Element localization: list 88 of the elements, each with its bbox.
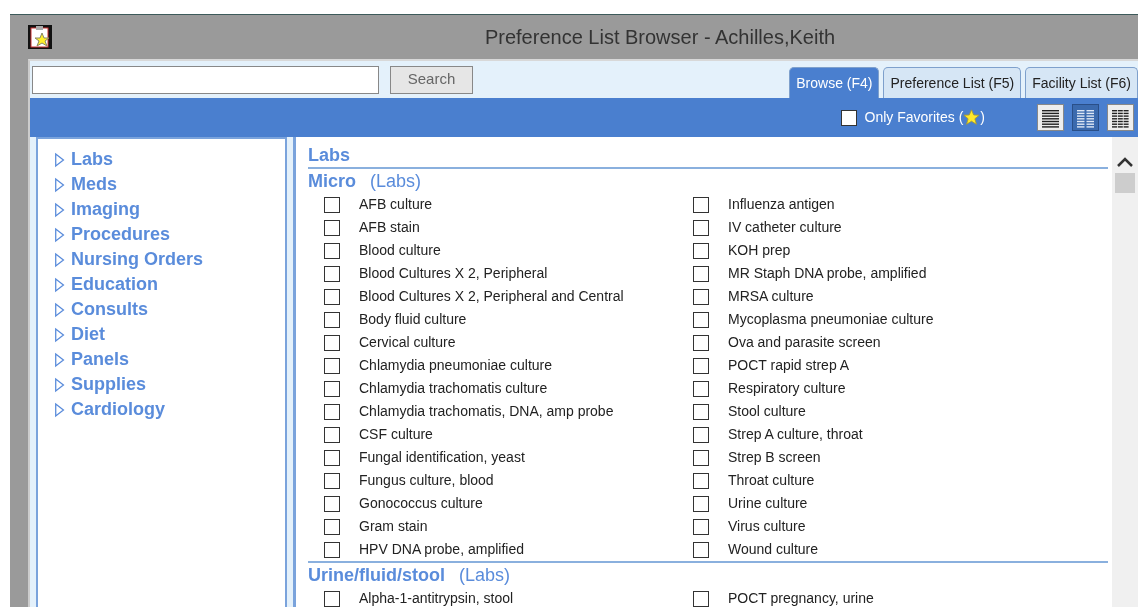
- checkbox[interactable]: [693, 380, 709, 397]
- checkbox[interactable]: [693, 590, 709, 607]
- item-label[interactable]: Throat culture: [728, 470, 815, 491]
- checkbox[interactable]: [693, 495, 709, 512]
- item-label[interactable]: Virus culture: [728, 516, 806, 537]
- only-favorites-label: ): [980, 108, 985, 127]
- scroll-up-icon[interactable]: [1117, 157, 1133, 167]
- item-label[interactable]: Respiratory culture: [728, 378, 846, 399]
- only-favorites-label[interactable]: Only Favorites (: [864, 107, 964, 128]
- item-label[interactable]: Gram stain: [359, 516, 428, 537]
- item-label[interactable]: Chlamydia pneumoniae culture: [359, 355, 552, 376]
- item-label[interactable]: AFB stain: [359, 217, 420, 238]
- section-title: Micro (Labs): [308, 170, 423, 193]
- star-icon: [963, 109, 981, 126]
- search-button[interactable]: Search: [390, 65, 473, 94]
- list-view-icon[interactable]: [1037, 104, 1064, 131]
- item-label[interactable]: Blood Cultures X 2, Peripheral: [359, 263, 548, 284]
- checkbox[interactable]: [693, 196, 709, 213]
- checkbox[interactable]: [324, 472, 340, 489]
- checkbox[interactable]: [693, 265, 709, 282]
- window-title: Preference List Browser - Achilles,Keith: [483, 25, 837, 50]
- checkbox[interactable]: [324, 334, 340, 351]
- checkbox[interactable]: [324, 495, 340, 512]
- item-label[interactable]: Gonococcus culture: [359, 493, 483, 514]
- checkbox[interactable]: [693, 242, 709, 259]
- checkbox[interactable]: [693, 311, 709, 328]
- search-field[interactable]: [32, 65, 379, 94]
- checkbox[interactable]: [324, 219, 340, 236]
- checkbox[interactable]: [693, 219, 709, 236]
- checkbox[interactable]: [693, 472, 709, 489]
- checkbox[interactable]: [840, 109, 857, 126]
- item-label[interactable]: Strep A culture, throat: [728, 424, 863, 445]
- item-label[interactable]: Strep B screen: [728, 447, 821, 468]
- item-label[interactable]: Blood Cultures X 2, Peripheral and Central: [359, 286, 624, 307]
- scrollbar[interactable]: [1112, 137, 1138, 607]
- item-label[interactable]: Influenza antigen: [728, 194, 835, 215]
- checkbox[interactable]: [324, 357, 340, 374]
- item-label[interactable]: Mycoplasma pneumoniae culture: [728, 309, 934, 330]
- checkbox[interactable]: [324, 311, 340, 328]
- item-label[interactable]: Fungal identification, yeast: [359, 447, 525, 468]
- section-title: Urine/fluid/stool (Labs): [308, 564, 512, 587]
- checkbox[interactable]: [324, 196, 340, 213]
- item-label[interactable]: Urine culture: [728, 493, 808, 514]
- scroll-thumb[interactable]: [1115, 173, 1135, 193]
- item-label[interactable]: MR Staph DNA probe, amplified: [728, 263, 927, 284]
- item-label[interactable]: HPV DNA probe, amplified: [359, 539, 524, 560]
- item-label[interactable]: MRSA culture: [728, 286, 814, 307]
- checkbox[interactable]: [693, 518, 709, 535]
- checkbox[interactable]: [324, 265, 340, 282]
- item-label[interactable]: Alpha-1-antitrypsin, stool: [359, 588, 514, 607]
- checkbox[interactable]: [324, 426, 340, 443]
- app-icon: [28, 25, 52, 49]
- checkbox[interactable]: [324, 449, 340, 466]
- checkbox[interactable]: [324, 518, 340, 535]
- columns-view-icon[interactable]: [1072, 104, 1099, 131]
- item-label[interactable]: AFB culture: [359, 194, 433, 215]
- item-label[interactable]: Chlamydia trachomatis, DNA, amp probe: [359, 401, 614, 422]
- checkbox[interactable]: [324, 403, 340, 420]
- item-label[interactable]: Blood culture: [359, 240, 441, 261]
- checkbox[interactable]: [324, 380, 340, 397]
- section-heading: Labs: [308, 143, 1108, 169]
- checkbox[interactable]: [693, 288, 709, 305]
- item-label[interactable]: Chlamydia trachomatis culture: [359, 378, 548, 399]
- item-label[interactable]: Stool culture: [728, 401, 806, 422]
- checkbox[interactable]: [324, 288, 340, 305]
- tab[interactable]: Browse (F4): [789, 67, 880, 98]
- item-label[interactable]: POCT pregnancy, urine: [728, 588, 874, 607]
- checkbox[interactable]: [693, 357, 709, 374]
- item-label[interactable]: Ova and parasite screen: [728, 332, 881, 353]
- item-label[interactable]: Cervical culture: [359, 332, 456, 353]
- item-label[interactable]: Body fluid culture: [359, 309, 467, 330]
- checkbox[interactable]: [693, 403, 709, 420]
- tab[interactable]: Facility List (F6): [1025, 67, 1138, 98]
- tab[interactable]: Preference List (F5): [883, 67, 1022, 98]
- item-label[interactable]: IV catheter culture: [728, 217, 842, 238]
- checkbox[interactable]: [324, 242, 340, 259]
- checkbox[interactable]: [324, 590, 340, 607]
- item-label[interactable]: Wound culture: [728, 539, 818, 560]
- item-label[interactable]: POCT rapid strep A: [728, 355, 850, 376]
- item-label[interactable]: CSF culture: [359, 424, 433, 445]
- checkbox[interactable]: [324, 541, 340, 558]
- checkbox[interactable]: [693, 449, 709, 466]
- checkbox[interactable]: [693, 426, 709, 443]
- checkbox[interactable]: [693, 541, 709, 558]
- grid-view-icon[interactable]: [1107, 104, 1134, 131]
- item-label[interactable]: KOH prep: [728, 240, 791, 261]
- checkbox[interactable]: [693, 334, 709, 351]
- item-label[interactable]: Fungus culture, blood: [359, 470, 494, 491]
